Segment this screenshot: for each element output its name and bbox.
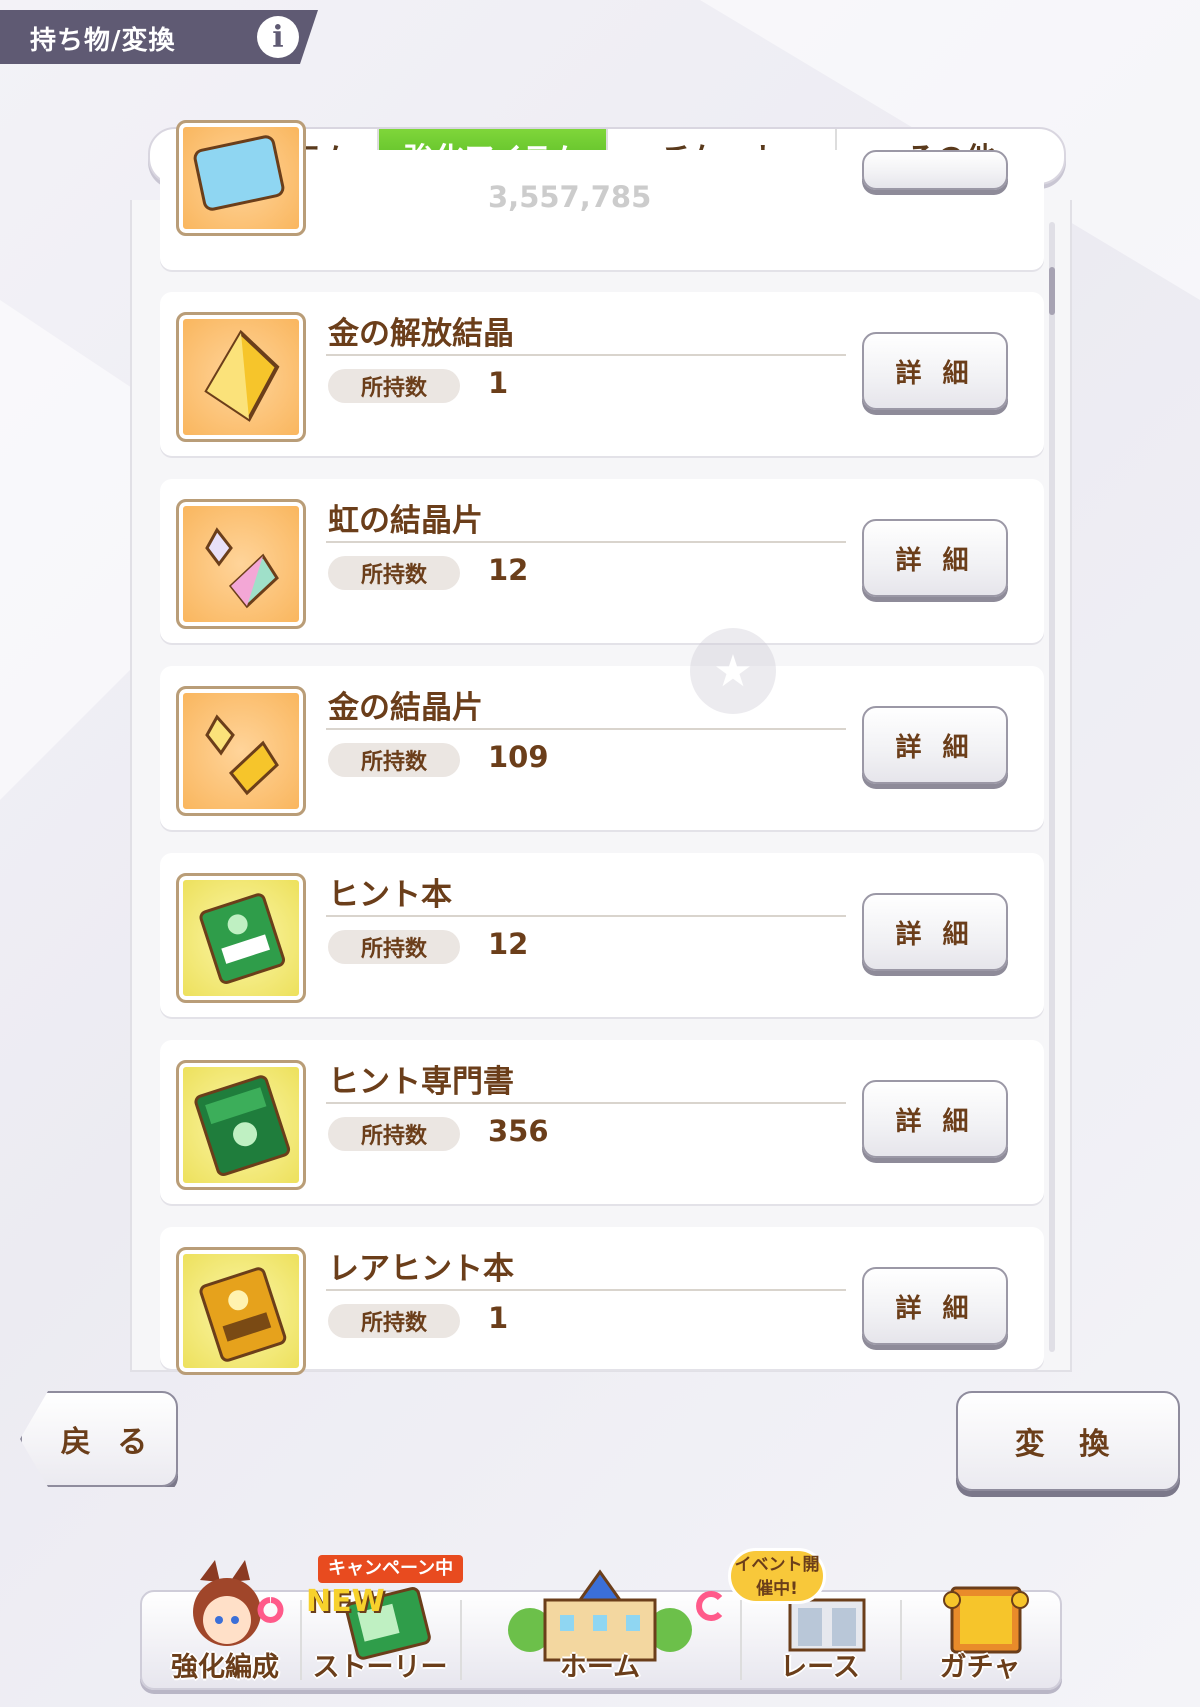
nav-gacha[interactable]: ガチャ [900,1560,1060,1690]
nav-label: ホーム [559,1652,641,1683]
quantity-label: 所持数 [328,743,460,777]
convert-button[interactable]: 変 換 [956,1391,1180,1491]
item-icon [176,120,306,236]
page-title: 持ち物/変換 [30,26,176,56]
list-item: 虹の結晶片 所持数 12 詳 細 [160,479,1044,643]
campaign-badge: キャンペーン中 [318,1555,464,1583]
favorite-star-icon[interactable]: ★ [690,628,776,714]
list-item: ヒント本 所持数 12 詳 細 [160,853,1044,1017]
nav-divider [460,1600,462,1680]
detail-button[interactable]: 詳 細 [862,332,1008,410]
divider [326,541,846,543]
detail-button[interactable]: 詳 細 [862,706,1008,784]
item-name: 金の結晶片 [328,690,483,726]
scrollbar-thumb[interactable] [1049,267,1055,315]
divider [326,915,846,917]
back-button[interactable]: 戻 る [20,1391,178,1487]
list-item: ヒント専門書 所持数 356 詳 細 [160,1040,1044,1204]
item-quantity: 12 [488,927,529,961]
quantity-label: 所持数 [328,930,460,964]
nav-home[interactable]: ホーム [480,1560,720,1690]
detail-button[interactable]: 詳 細 [862,519,1008,597]
item-quantity: 109 [488,740,549,774]
hint-book-icon [176,873,306,1003]
item-quantity: 1 [488,366,509,400]
quantity-label: 所持数 [328,556,460,590]
detail-button[interactable]: 詳 細 [862,893,1008,971]
divider [326,354,846,356]
list-item-partial: 3,557,785 [160,120,1044,270]
item-name: 虹の結晶片 [328,503,483,539]
detail-button[interactable] [862,150,1008,190]
nav-label: レース [780,1652,860,1683]
divider [326,1102,846,1104]
quantity-label: 所持数 [328,1304,460,1338]
item-quantity: 1 [488,1301,509,1335]
list-item: 金の結晶片 所持数 109 詳 細 [160,666,1044,830]
item-quantity: 12 [488,553,529,587]
gold-crystal-icon [176,312,306,442]
rainbow-shard-icon [176,499,306,629]
new-badge: NEW [306,1584,385,1619]
divider [326,1289,846,1291]
nav-label: ストーリー [312,1652,448,1683]
event-badge: イベント開催中! [728,1548,826,1604]
info-button[interactable]: i [257,16,299,58]
scrollbar[interactable] [1049,222,1055,1352]
rare-hint-book-icon [176,1247,306,1375]
list-item: 金の解放結晶 所持数 1 詳 細 [160,292,1044,456]
item-quantity: 356 [488,1114,549,1148]
notification-icon [696,1591,723,1621]
quantity-label: 所持数 [328,1117,460,1151]
divider [326,728,846,730]
item-quantity: 3,557,785 [488,180,652,214]
gold-shard-icon [176,686,306,816]
detail-button[interactable]: 詳 細 [862,1267,1008,1345]
item-name: ヒント本 [328,877,452,913]
hint-manual-icon [176,1060,306,1190]
nav-label: 強化編成 [171,1652,279,1683]
quantity-label: 所持数 [328,369,460,403]
nav-enhance-formation[interactable]: 強化編成 [145,1560,305,1690]
list-item: レアヒント本 所持数 1 詳 細 [160,1227,1044,1375]
item-name: 金の解放結晶 [328,316,514,352]
nav-label: ガチャ [939,1652,1021,1683]
item-name: レアヒント本 [328,1251,514,1287]
item-name: ヒント専門書 [328,1064,514,1100]
detail-button[interactable]: 詳 細 [862,1080,1008,1158]
